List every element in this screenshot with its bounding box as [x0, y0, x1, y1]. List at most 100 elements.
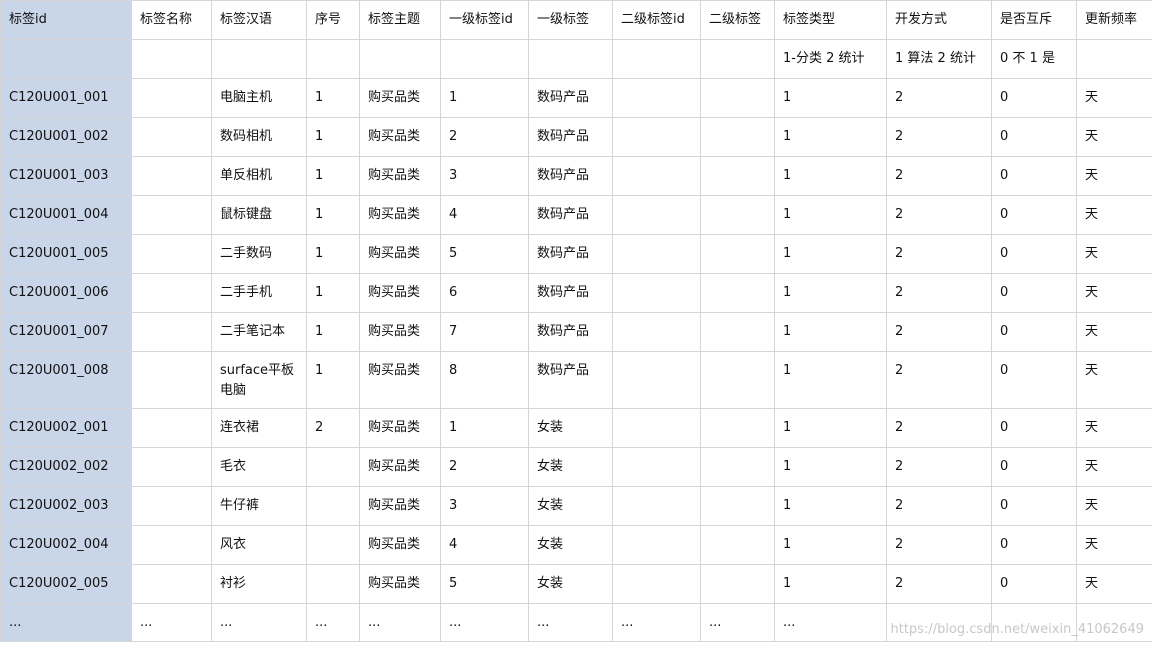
- header-cell: 二级标签id: [612, 0, 701, 40]
- table-cell: 二手笔记本: [211, 312, 307, 352]
- table-cell: C120U001_001: [0, 78, 132, 118]
- table-cell: 鼠标键盘: [211, 195, 307, 235]
- table-row: C120U001_005 二手数码 1 购买品类 5 数码产品 1 2 0 天: [0, 234, 1152, 274]
- table-cell: 0: [991, 312, 1077, 352]
- header-cell: 标签id: [0, 0, 132, 40]
- table-cell: [306, 447, 360, 487]
- table-cell: 0: [991, 564, 1077, 604]
- table-cell: 天: [1076, 273, 1152, 313]
- table-cell: C120U001_007: [0, 312, 132, 352]
- table-row: C120U001_004 鼠标键盘 1 购买品类 4 数码产品 1 2 0 天: [0, 195, 1152, 235]
- table-cell: 0: [991, 234, 1077, 274]
- table-cell: [612, 486, 701, 526]
- table-cell: 毛衣: [211, 447, 307, 487]
- table-cell: 2: [886, 408, 992, 448]
- table-cell: 电脑主机: [211, 78, 307, 118]
- table-cell: 1: [306, 234, 360, 274]
- table-cell: 1: [774, 564, 887, 604]
- table-cell: [700, 351, 775, 409]
- table-cell: 1: [440, 408, 529, 448]
- table-cell: ...: [700, 603, 775, 642]
- table-cell: 1: [774, 525, 887, 565]
- table-cell: 衬衫: [211, 564, 307, 604]
- table-cell: 购买品类: [359, 195, 441, 235]
- table-cell: 2: [886, 564, 992, 604]
- table-cell: [306, 486, 360, 526]
- table-cell: [886, 603, 992, 642]
- table-cell: 牛仔裤: [211, 486, 307, 526]
- table-cell: 5: [440, 564, 529, 604]
- table-row: C120U001_006 二手手机 1 购买品类 6 数码产品 1 2 0 天: [0, 273, 1152, 313]
- table-cell: 7: [440, 312, 529, 352]
- table-cell: 2: [886, 351, 992, 409]
- table-cell: ...: [131, 603, 212, 642]
- table-cell: [700, 408, 775, 448]
- legend-cell: 0 不 1 是: [991, 39, 1077, 79]
- table-cell: ...: [306, 603, 360, 642]
- table-cell: 天: [1076, 78, 1152, 118]
- table-cell: [131, 447, 212, 487]
- table-cell: 女装: [528, 564, 613, 604]
- table-cell: 购买品类: [359, 447, 441, 487]
- table-cell: 1: [774, 273, 887, 313]
- header-cell: 序号: [306, 0, 360, 40]
- table-cell: 1: [774, 78, 887, 118]
- legend-cell: [700, 39, 775, 79]
- table-cell: C120U001_006: [0, 273, 132, 313]
- table-cell: [700, 525, 775, 565]
- legend-cell: [0, 39, 132, 79]
- table-cell: [612, 234, 701, 274]
- table-cell: 1: [774, 156, 887, 196]
- header-cell: 标签主题: [359, 0, 441, 40]
- table-cell: C120U002_001: [0, 408, 132, 448]
- header-cell: 一级标签id: [440, 0, 529, 40]
- legend-cell: [440, 39, 529, 79]
- table-cell: 1: [774, 195, 887, 235]
- table-cell: ...: [359, 603, 441, 642]
- header-cell: 标签汉语: [211, 0, 307, 40]
- table-cell: 数码产品: [528, 156, 613, 196]
- table-cell: 天: [1076, 408, 1152, 448]
- header-cell: 标签名称: [131, 0, 212, 40]
- table-cell: 女装: [528, 525, 613, 565]
- legend-cell: [359, 39, 441, 79]
- table-cell: 购买品类: [359, 525, 441, 565]
- table-cell: [306, 564, 360, 604]
- table-cell: [700, 234, 775, 274]
- label-spec-table: 标签id 标签名称 标签汉语 序号 标签主题 一级标签id 一级标签 二级标签id 二级标签 标签…: [0, 0, 1152, 642]
- table-cell: 2: [886, 156, 992, 196]
- table-cell: [131, 525, 212, 565]
- table-cell: [700, 195, 775, 235]
- legend-cell: [306, 39, 360, 79]
- table-cell: [700, 312, 775, 352]
- table-cell: [306, 525, 360, 565]
- table-cell: 1: [306, 195, 360, 235]
- table-cell: 0: [991, 273, 1077, 313]
- table-cell: ...: [211, 603, 307, 642]
- table-cell: [612, 564, 701, 604]
- table-row: C120U002_003 牛仔裤 购买品类 3 女装 1 2 0 天: [0, 486, 1152, 526]
- table-cell: 1: [306, 351, 360, 409]
- table-cell: 天: [1076, 525, 1152, 565]
- table-cell: 天: [1076, 312, 1152, 352]
- table-cell: C120U002_003: [0, 486, 132, 526]
- table-cell: 女装: [528, 408, 613, 448]
- table-cell: 1: [774, 486, 887, 526]
- table-cell: 购买品类: [359, 117, 441, 157]
- header-cell: 二级标签: [700, 0, 775, 40]
- table-cell: 0: [991, 408, 1077, 448]
- table-cell: [700, 156, 775, 196]
- table-cell: 女装: [528, 447, 613, 487]
- table-cell: 2: [440, 447, 529, 487]
- table-cell: ...: [0, 603, 132, 642]
- table-cell: 0: [991, 117, 1077, 157]
- header-cell: 开发方式: [886, 0, 992, 40]
- table-cell: C120U002_004: [0, 525, 132, 565]
- header-cell: 一级标签: [528, 0, 613, 40]
- legend-row: 1-分类 2 统计 1 算法 2 统计 0 不 1 是: [0, 39, 1152, 79]
- table-cell: 1: [774, 408, 887, 448]
- table-row: ..............................: [0, 603, 1152, 642]
- table-cell: 数码产品: [528, 78, 613, 118]
- table-row: C120U002_004 风衣 购买品类 4 女装 1 2 0 天: [0, 525, 1152, 565]
- table-cell: 天: [1076, 564, 1152, 604]
